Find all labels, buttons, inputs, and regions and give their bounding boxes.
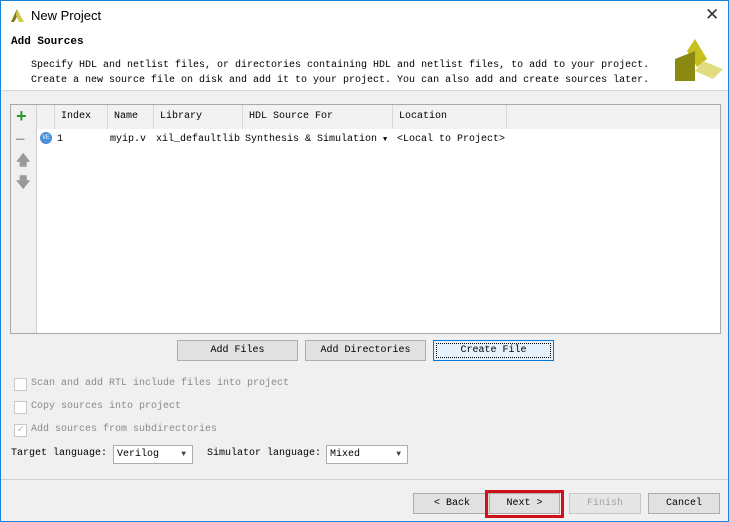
add-files-button[interactable]: Add Files xyxy=(177,340,298,361)
vivado-logo-icon xyxy=(11,9,24,22)
target-language-label: Target language: xyxy=(11,448,108,459)
new-project-dialog: New Project ✕ Add Sources Specify HDL an… xyxy=(0,0,729,522)
description-line: Specify HDL and netlist files, or direct… xyxy=(31,60,650,71)
page-title: Add Sources xyxy=(11,36,84,48)
page-description: Specify HDL and netlist files, or direct… xyxy=(31,58,649,88)
chevron-down-icon: ▼ xyxy=(396,450,401,459)
hdl-source-for-value: Synthesis & Simulation xyxy=(245,134,378,145)
create-file-button[interactable]: Create File xyxy=(433,340,554,361)
cell-location: <Local to Project> xyxy=(397,134,506,145)
cell-library[interactable]: xil_defaultlib xyxy=(154,131,240,149)
target-language-value: Verilog xyxy=(117,449,160,460)
column-header-hdl-source-for[interactable]: HDL Source For xyxy=(243,105,393,129)
chevron-down-icon: ▼ xyxy=(181,450,186,459)
page-header: Add Sources Specify HDL and netlist file… xyxy=(1,31,728,91)
scan-rtl-label: Scan and add RTL include files into proj… xyxy=(31,378,290,389)
description-line: Create a new source file on disk and add… xyxy=(31,75,650,86)
copy-sources-label: Copy sources into project xyxy=(31,401,182,412)
simulator-language-select[interactable]: Mixed ▼ xyxy=(326,445,408,464)
column-header-location[interactable]: Location xyxy=(393,105,507,129)
finish-button[interactable]: Finish xyxy=(569,493,641,514)
close-icon[interactable]: ✕ xyxy=(705,5,719,25)
column-header-icon xyxy=(37,105,55,129)
table-toolbar: + — 🡅 🡇 xyxy=(11,105,37,333)
remove-icon[interactable]: — xyxy=(16,133,24,147)
back-button[interactable]: < Back xyxy=(413,493,491,514)
add-directories-button[interactable]: Add Directories xyxy=(305,340,426,361)
window-title: New Project xyxy=(31,8,102,23)
next-button[interactable]: Next > xyxy=(489,493,560,514)
column-header-library[interactable]: Library xyxy=(154,105,243,129)
xilinx-logo-icon xyxy=(675,39,723,81)
cell-hdl-source-for[interactable]: Synthesis & Simulation ▼ xyxy=(243,131,387,149)
column-header-name[interactable]: Name xyxy=(108,105,154,129)
scan-rtl-checkbox[interactable] xyxy=(14,378,27,391)
dropdown-arrow-icon: ▼ xyxy=(383,136,388,144)
target-language-select[interactable]: Verilog ▼ xyxy=(113,445,193,464)
cell-index: 1 xyxy=(57,134,64,145)
add-icon[interactable]: + xyxy=(16,109,27,127)
move-up-icon[interactable]: 🡅 xyxy=(16,155,30,169)
cell-name: myip.v xyxy=(110,134,147,145)
divider xyxy=(1,479,728,480)
move-down-icon[interactable]: 🡇 xyxy=(16,177,30,191)
copy-sources-checkbox[interactable] xyxy=(14,401,27,414)
simulator-language-label: Simulator language: xyxy=(207,448,322,459)
table-row[interactable]: VE 1 myip.v xil_defaultlib Synthesis & S… xyxy=(37,129,507,149)
column-header-index[interactable]: Index xyxy=(55,105,108,129)
column-header-filler xyxy=(507,105,720,129)
sources-table: + — 🡅 🡇 Index Name Library HDL Source Fo… xyxy=(10,104,721,334)
title-bar: New Project ✕ xyxy=(1,1,728,31)
cancel-button[interactable]: Cancel xyxy=(648,493,720,514)
add-subdirectories-checkbox[interactable]: ✓ xyxy=(14,424,27,437)
add-subdirectories-label: Add sources from subdirectories xyxy=(31,424,218,435)
simulator-language-value: Mixed xyxy=(330,449,361,460)
verilog-file-icon: VE xyxy=(40,132,52,144)
